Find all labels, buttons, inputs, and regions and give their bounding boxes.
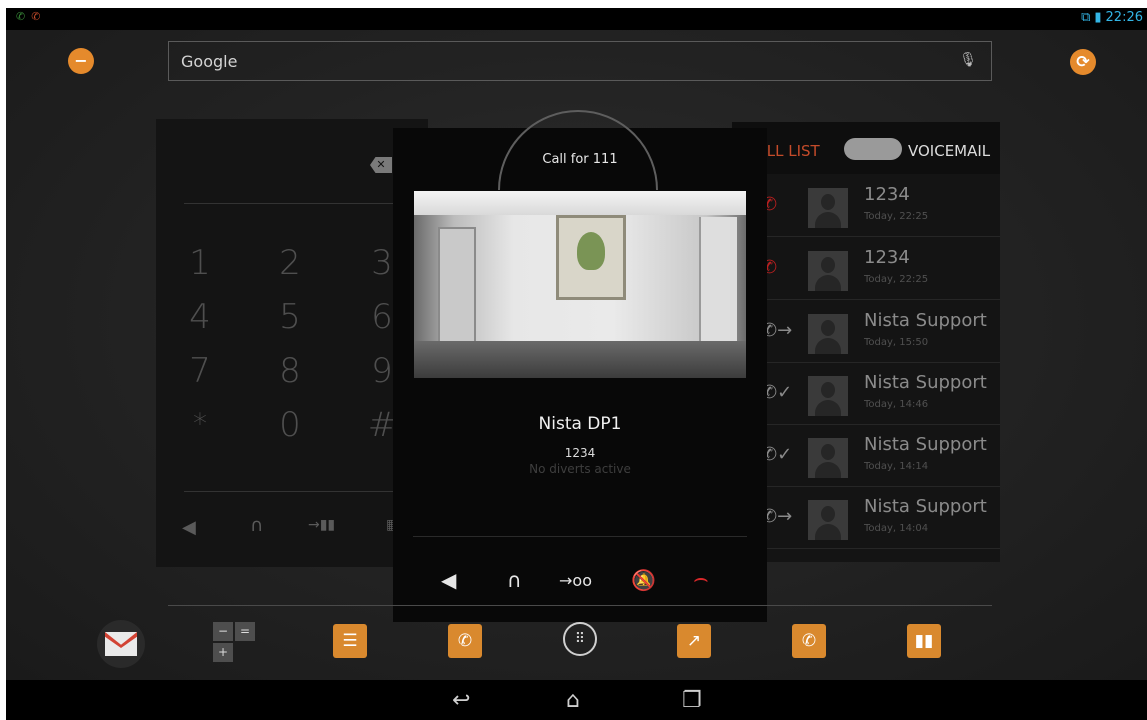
avatar: [808, 376, 848, 416]
call-list-item[interactable]: ✆✓ Nista Support Today, 14:46: [732, 362, 1000, 425]
number-field-underline: [184, 203, 408, 204]
headset-icon[interactable]: ∩: [507, 568, 522, 592]
avatar: [808, 251, 848, 291]
call-name: 1234: [864, 247, 910, 268]
headset-icon[interactable]: ∩: [250, 515, 263, 536]
call-time: Today, 14:46: [864, 399, 929, 410]
video-framed-picture: [556, 215, 626, 300]
calc-cell-plus: +: [213, 643, 233, 662]
incoming-call-dialog: Call for 111 Nista DP1 1234 No diverts a…: [393, 110, 767, 622]
call-list-item[interactable]: ✆ 1234 Today, 22:25: [732, 237, 1000, 300]
remove-widget-icon[interactable]: −: [68, 48, 94, 74]
call-list-item[interactable]: ✆✓ Nista Support Today, 14:14: [732, 424, 1000, 487]
tab-voicemail[interactable]: VOICEMAIL: [908, 142, 990, 160]
contacts-list-icon[interactable]: ☰: [333, 624, 367, 658]
call-forward-icon[interactable]: ↗: [677, 624, 711, 658]
dial-key-7[interactable]: 7: [170, 351, 230, 391]
speaker-icon[interactable]: ◀: [182, 517, 196, 538]
avatar: [808, 188, 848, 228]
calc-cell-equals: =: [235, 622, 255, 641]
hangup-icon[interactable]: ⌢: [693, 564, 709, 592]
call-name: 1234: [864, 184, 910, 205]
all-apps-icon[interactable]: ⠿: [563, 622, 597, 656]
call-name: Nista Support: [864, 372, 987, 393]
search-bar[interactable]: Google 🎙: [168, 41, 992, 81]
dial-key-8[interactable]: 8: [260, 351, 320, 391]
mute-icon[interactable]: 🔕: [631, 568, 656, 592]
video-floor: [414, 341, 746, 378]
dial-key-5[interactable]: 5: [260, 297, 320, 337]
call-list-item[interactable]: ✆→ Nista Support Today, 15:50: [732, 300, 1000, 363]
gmail-icon[interactable]: [97, 620, 145, 668]
call-time: Today, 22:25: [864, 274, 929, 285]
list-toggle-switch[interactable]: [844, 138, 902, 160]
dial-key-2[interactable]: 2: [260, 243, 320, 283]
video-door-right: [699, 217, 737, 353]
dock-divider: [168, 605, 992, 606]
call-list-tabs: CALL LIST VOICEMAIL: [732, 122, 1000, 174]
speaker-icon[interactable]: ◀: [441, 568, 456, 592]
call-name: Nista Support: [864, 434, 987, 455]
transfer-icon[interactable]: →▮▮: [308, 517, 335, 533]
dial-key-4[interactable]: 4: [170, 297, 230, 337]
voicemail-transfer-icon[interactable]: →oo: [559, 571, 592, 590]
android-screen: ✆ ✆ ⧉ ▮ 22:26 − Google 🎙 ⟳ ✕ 1 2 3 4 5 6 7 …: [6, 8, 1147, 720]
door-camera-video: [414, 191, 746, 378]
avatar: [808, 438, 848, 478]
call-divider: [413, 536, 747, 537]
search-label: Google: [181, 52, 238, 71]
status-time: 22:26: [1105, 10, 1143, 25]
backspace-icon[interactable]: ✕: [370, 157, 392, 173]
gmail-envelope: [105, 632, 137, 656]
missed-call-icon: ✆: [31, 10, 41, 23]
recent-apps-icon[interactable]: ❐: [682, 688, 702, 713]
home-icon[interactable]: ⌂: [566, 688, 580, 713]
book-icon[interactable]: ▮▮: [907, 624, 941, 658]
dial-key-star[interactable]: *: [170, 407, 230, 440]
calc-cell-minus: −: [213, 622, 233, 641]
avatar: [808, 500, 848, 540]
call-list-item[interactable]: ✆ 1234 Today, 22:25: [732, 174, 1000, 237]
dial-key-0[interactable]: 0: [260, 405, 320, 445]
dialpad-panel: ✕ 1 2 3 4 5 6 7 8 9 * 0 # ◀ ∩ →▮▮ ▦: [156, 119, 428, 567]
caller-name: Nista DP1: [538, 414, 622, 434]
back-icon[interactable]: ↩: [452, 688, 470, 713]
mic-icon[interactable]: 🎙: [959, 52, 977, 68]
status-left-icons: ✆ ✆: [16, 10, 46, 23]
call-name: Nista Support: [864, 496, 987, 517]
navigation-bar: ↩ ⌂ ❐: [6, 680, 1147, 720]
call-for-label: Call for 111: [542, 152, 618, 167]
call-time: Today, 14:14: [864, 461, 929, 472]
call-time: Today, 15:50: [864, 337, 929, 348]
call-log-icon[interactable]: ✆: [792, 624, 826, 658]
calculator-icon[interactable]: − = +: [213, 622, 257, 664]
divert-status: No diverts active: [529, 462, 631, 476]
battery-icon: ▮: [1094, 10, 1102, 25]
dial-key-1[interactable]: 1: [170, 243, 230, 283]
call-name: Nista Support: [864, 310, 987, 331]
status-bar: ✆ ✆ ⧉ ▮ 22:26: [6, 8, 1147, 30]
avatar: [808, 314, 848, 354]
call-time: Today, 14:04: [864, 523, 929, 534]
call-time: Today, 22:25: [864, 211, 929, 222]
sync-icon[interactable]: ⟳: [1070, 49, 1096, 75]
video-door-left: [438, 227, 476, 351]
call-list-panel: CALL LIST VOICEMAIL ✆ 1234 Today, 22:25 …: [732, 122, 1000, 562]
dialpad-divider: [184, 491, 408, 492]
caller-number: 1234: [564, 446, 596, 460]
phone-active-icon: ✆: [16, 10, 26, 23]
status-right: ⧉ ▮ 22:26: [1077, 10, 1143, 25]
video-ceiling: [414, 191, 746, 215]
phone-icon[interactable]: ✆: [448, 624, 482, 658]
call-list-item[interactable]: ✆→ Nista Support Today, 14:04: [732, 486, 1000, 549]
network-icon: ⧉: [1081, 10, 1091, 25]
